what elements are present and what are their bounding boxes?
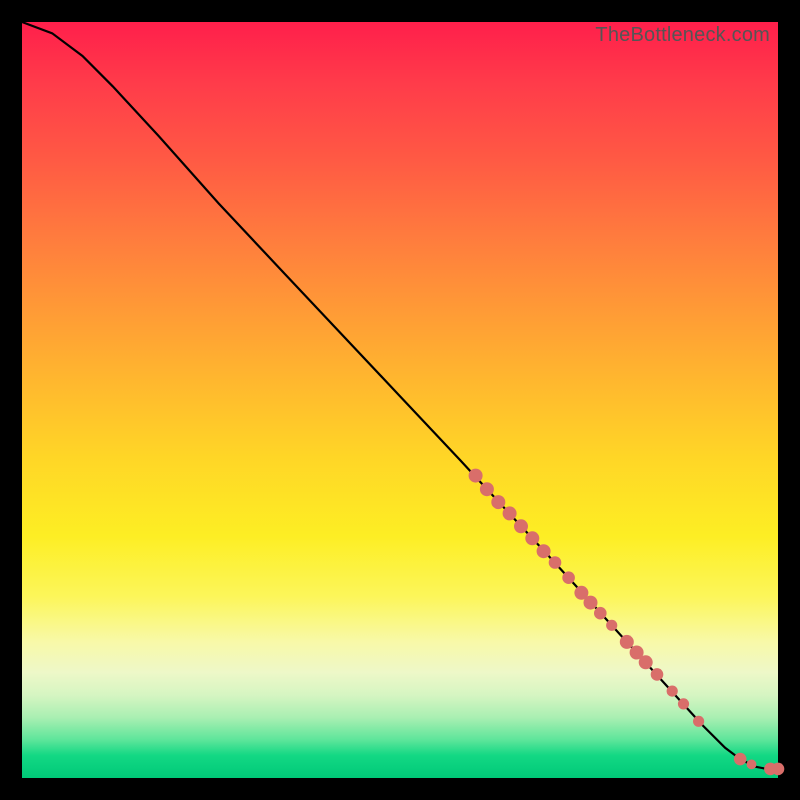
data-marker — [525, 531, 539, 545]
data-marker — [562, 571, 575, 584]
data-marker — [549, 556, 562, 569]
data-marker — [693, 716, 704, 727]
data-marker — [667, 686, 678, 697]
data-marker — [606, 620, 617, 631]
data-marker — [537, 544, 551, 558]
data-marker — [734, 753, 747, 766]
data-marker — [594, 607, 607, 620]
curve-line — [22, 22, 778, 769]
marker-group — [469, 469, 785, 776]
data-marker — [772, 763, 785, 776]
data-marker — [503, 506, 517, 520]
data-marker — [678, 698, 689, 709]
data-marker — [620, 635, 634, 649]
chart-svg — [22, 22, 778, 778]
data-marker — [584, 596, 598, 610]
data-marker — [514, 519, 528, 533]
data-marker — [639, 655, 653, 669]
data-marker — [480, 482, 494, 496]
chart-stage: TheBottleneck.com — [0, 0, 800, 800]
data-marker — [469, 469, 483, 483]
data-marker — [747, 760, 757, 770]
plot-area: TheBottleneck.com — [22, 22, 778, 778]
data-marker — [651, 668, 664, 681]
data-marker — [491, 495, 505, 509]
